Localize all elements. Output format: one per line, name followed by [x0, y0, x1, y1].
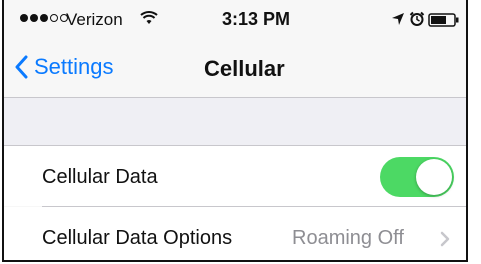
phone-screen: Verizon 3:13 PM Settings Cellular Cellul…	[2, 0, 468, 262]
cellular-data-options-label: Cellular Data Options	[42, 227, 233, 249]
cellular-data-row: Cellular Data	[4, 146, 466, 206]
cellular-data-toggle[interactable]	[380, 157, 454, 197]
signal-strength-icon	[20, 14, 68, 22]
battery-icon	[428, 13, 459, 27]
wifi-icon	[140, 11, 158, 24]
section-spacer	[4, 98, 466, 146]
status-bar: Verizon 3:13 PM	[4, 0, 466, 40]
back-button-label: Settings	[34, 54, 114, 79]
page-title: Cellular	[204, 56, 285, 81]
alarm-icon	[409, 11, 425, 26]
cellular-data-label: Cellular Data	[42, 166, 158, 188]
chevron-left-icon	[15, 55, 28, 79]
carrier-name: Verizon	[66, 10, 123, 29]
navigation-bar: Settings Cellular	[4, 40, 466, 98]
cellular-data-options-row[interactable]: Cellular Data Options Roaming Off	[4, 207, 466, 260]
toggle-knob	[416, 159, 452, 195]
roaming-status-value: Roaming Off	[292, 227, 404, 249]
back-button[interactable]: Settings	[14, 54, 114, 80]
status-time: 3:13 PM	[222, 9, 291, 29]
location-icon	[392, 13, 404, 25]
chevron-right-icon	[440, 231, 450, 247]
